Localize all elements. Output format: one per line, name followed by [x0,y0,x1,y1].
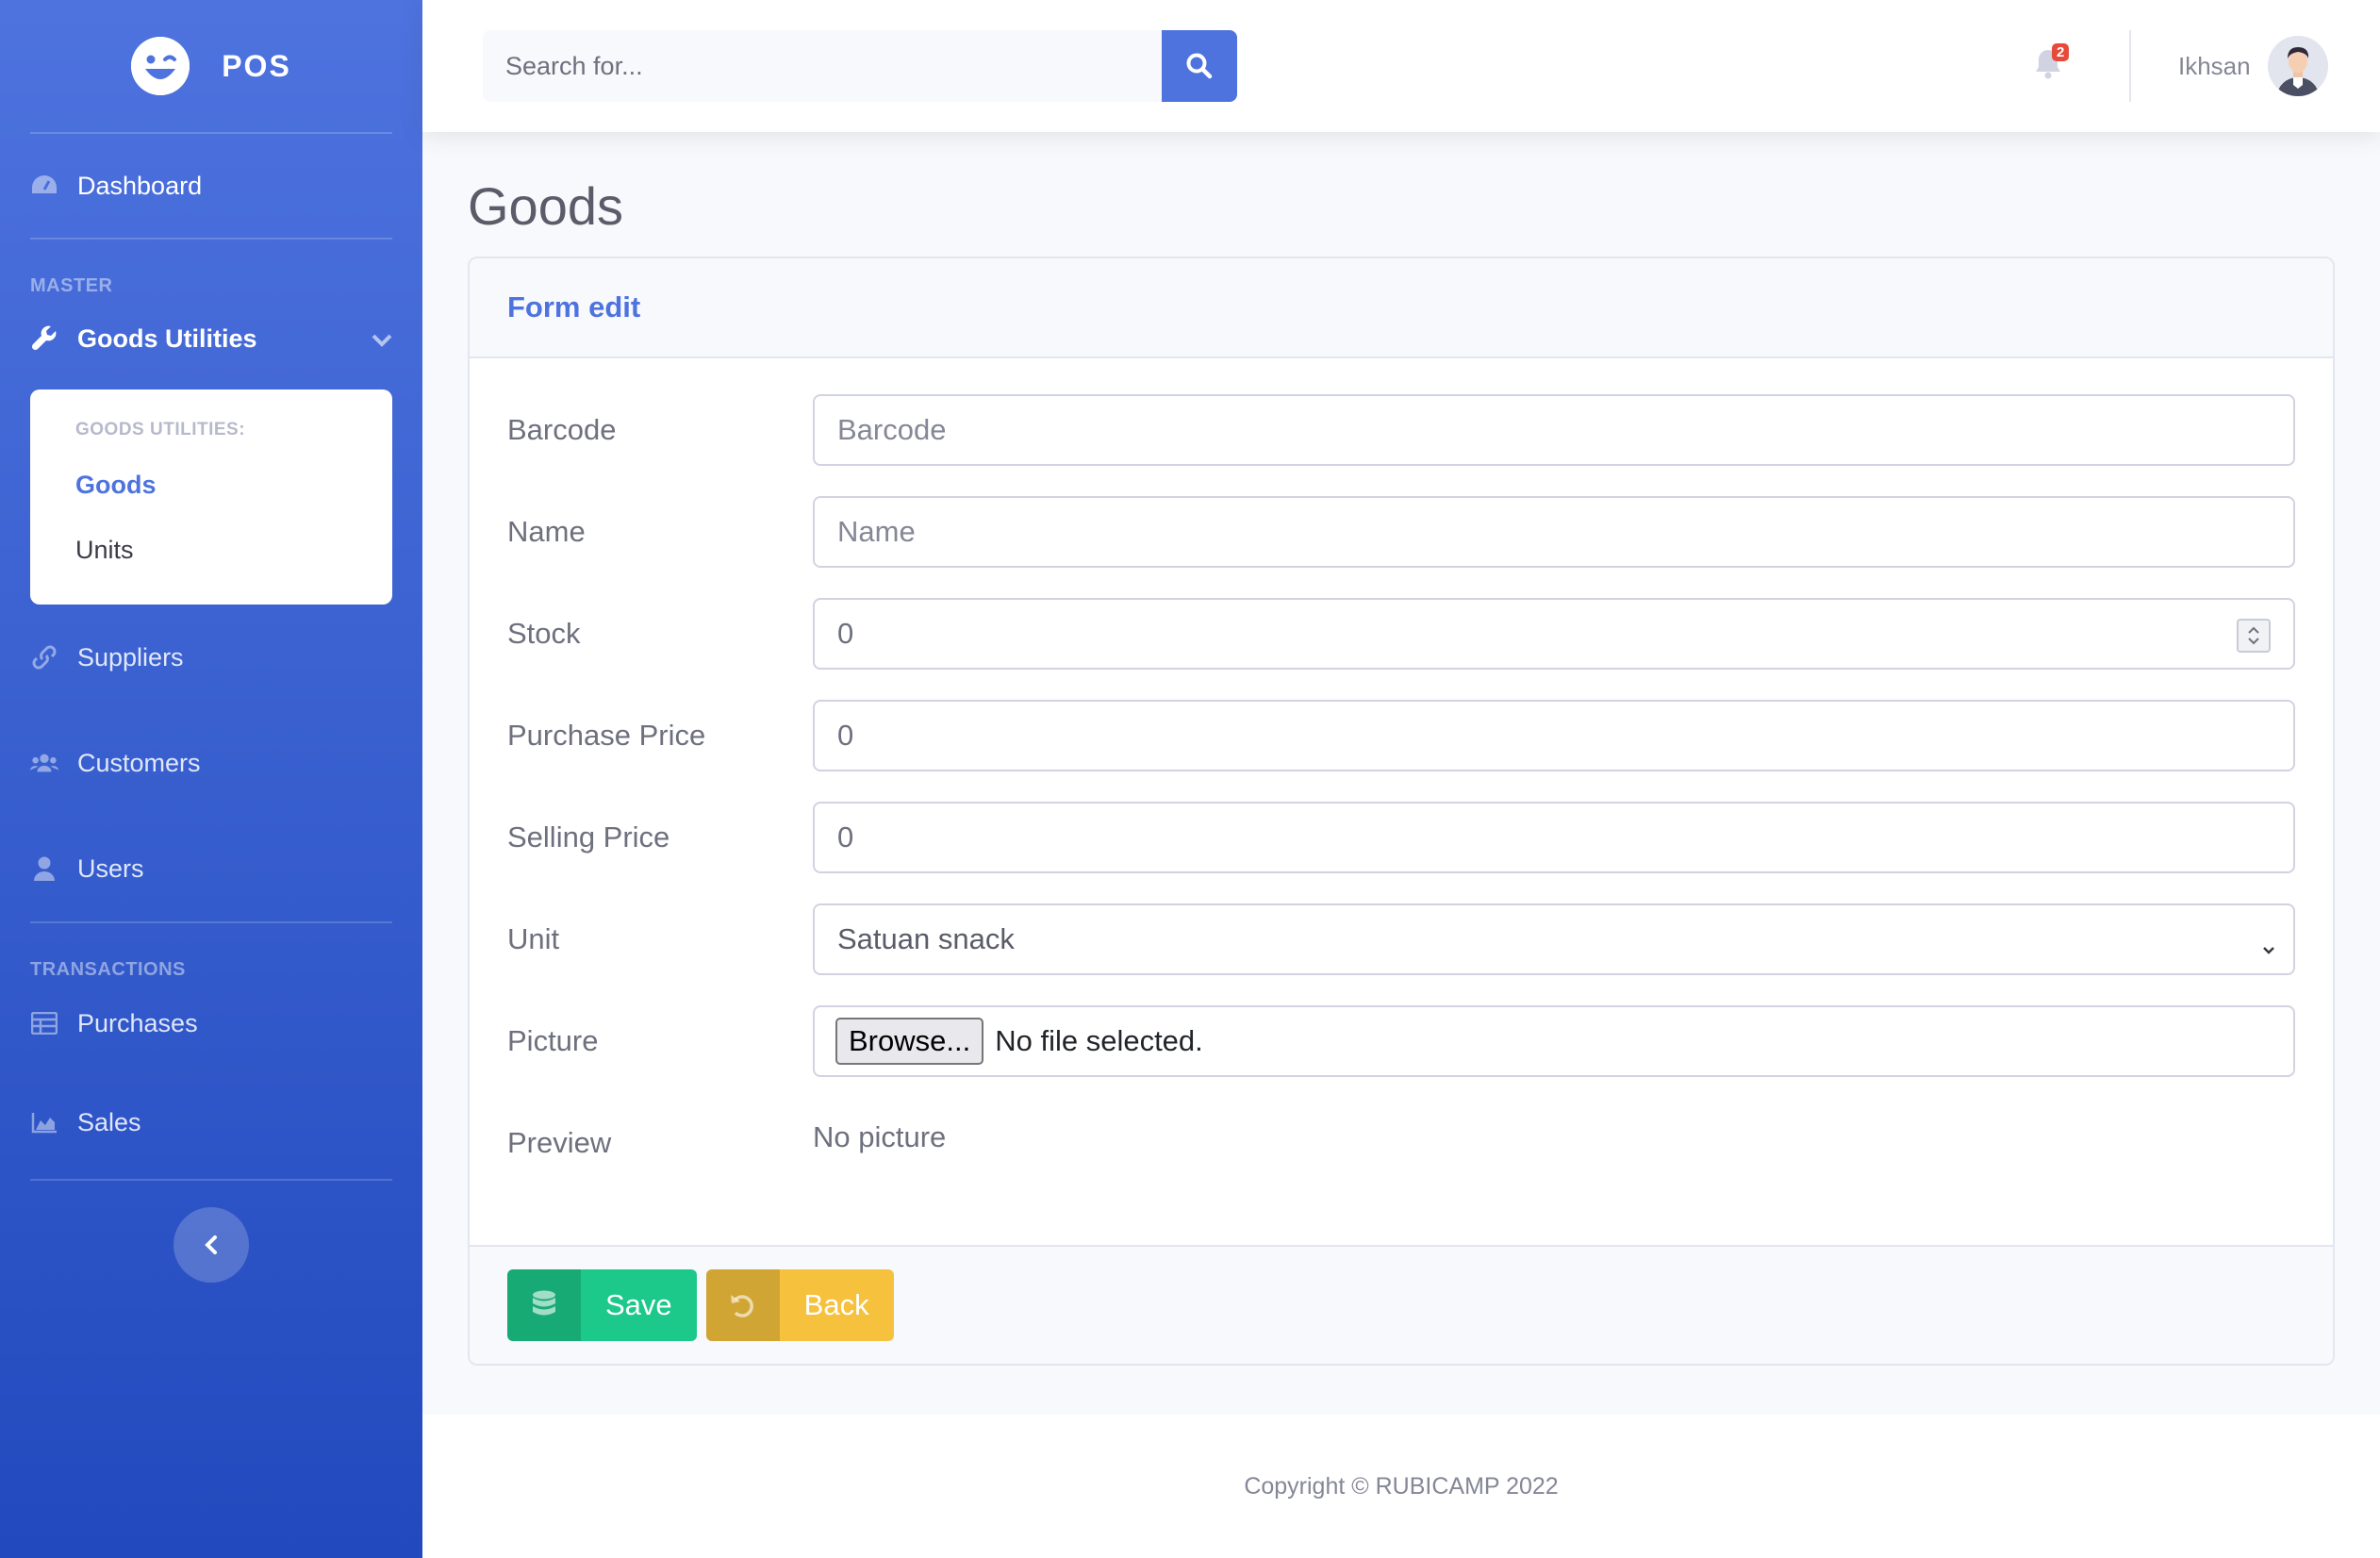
card-footer: Save Back [470,1245,2333,1364]
laugh-wink-icon [131,37,190,95]
search-icon [1186,53,1213,79]
card-header: Form edit [470,258,2333,358]
notification-badge: 2 [2052,43,2070,61]
sidebar-item-label: Suppliers [77,642,184,671]
table-icon [30,1009,58,1037]
topbar: 2 Ikhsan [422,0,2380,132]
preview-label: Preview [507,1126,612,1159]
stock-input[interactable]: 0 [813,598,2295,670]
form-row-name: Name Name [507,496,2295,568]
form-row-purchase-price: Purchase Price 0 [507,700,2295,771]
chevron-down-icon [2261,932,2276,966]
sidebar: POS Dashboard MASTER Goods Utilities GOO… [0,0,422,1558]
search-button[interactable] [1162,30,1237,102]
tachometer-icon [30,172,58,200]
topbar-divider [2129,30,2131,102]
sidebar-item-goods-utilities[interactable]: Goods Utilities [0,297,422,380]
search-bar [483,30,1237,102]
form-row-unit: Unit Satuan snack [507,903,2295,975]
name-input[interactable]: Name [813,496,2295,568]
back-button[interactable]: Back [705,1269,894,1341]
name-label: Name [507,515,586,548]
form-row-stock: Stock 0 [507,598,2295,670]
unit-label: Unit [507,922,560,955]
chart-area-icon [30,1108,58,1136]
form-card: Form edit Barcode Barcode Name Name Stoc… [468,257,2335,1366]
number-spinner[interactable] [2237,619,2271,653]
sidebar-item-label: Dashboard [77,171,203,200]
sidebar-item-label: Purchases [77,1008,198,1037]
stock-value: 0 [837,617,854,650]
wrench-icon [30,324,58,353]
undo-icon [705,1269,780,1341]
form-row-selling-price: Selling Price 0 [507,802,2295,873]
sidebar-item-users[interactable]: Users [0,816,422,921]
notifications-button[interactable]: 2 [2033,43,2071,85]
goods-utilities-submenu: GOODS UTILITIES: Goods Units [30,390,392,605]
sidebar-item-customers[interactable]: Customers [0,710,422,816]
save-label: Save [605,1288,672,1321]
users-icon [30,749,58,777]
unit-selected-value: Satuan snack [837,922,1015,955]
sidebar-item-suppliers[interactable]: Suppliers [0,605,422,710]
sidebar-divider [30,1179,392,1181]
save-button[interactable]: Save [507,1269,697,1341]
preview-value: No picture [813,1120,947,1153]
picture-file-input[interactable]: Browse... No file selected. [813,1005,2295,1077]
back-label: Back [803,1288,869,1321]
file-status: No file selected. [995,1024,1203,1057]
submenu-item-units[interactable]: Units [30,521,392,586]
form-row-preview: Preview No picture [507,1107,2295,1179]
section-heading-master: MASTER [30,275,113,296]
link-icon [30,643,58,671]
unit-select[interactable]: Satuan snack [813,903,2295,975]
database-icon [507,1269,581,1341]
selling-price-label: Selling Price [507,820,670,854]
user-menu[interactable]: Ikhsan [2178,36,2328,96]
card-body: Barcode Barcode Name Name Stock 0 Purcha… [470,358,2333,1254]
sidebar-divider [30,238,392,240]
purchase-price-label: Purchase Price [507,719,706,752]
sidebar-item-label: Sales [77,1107,141,1136]
page-footer: Copyright © RUBICAMP 2022 [422,1415,2380,1558]
brand-name: POS [222,48,291,83]
sidebar-item-sales[interactable]: Sales [0,1066,422,1179]
form-row-picture: Picture Browse... No file selected. [507,1005,2295,1077]
sidebar-item-purchases[interactable]: Purchases [0,981,422,1066]
picture-label: Picture [507,1024,599,1057]
card-title: Form edit [507,290,641,323]
browse-button[interactable]: Browse... [835,1018,984,1065]
sidebar-item-label: Customers [77,748,201,777]
sidebar-item-dashboard[interactable]: Dashboard [0,134,422,238]
purchase-price-input[interactable]: 0 [813,700,2295,771]
avatar [2267,36,2328,96]
barcode-input[interactable]: Barcode [813,394,2295,466]
search-input[interactable] [483,30,1162,102]
form-row-barcode: Barcode Barcode [507,394,2295,466]
page-title: Goods [468,176,623,236]
copyright-text: Copyright © RUBICAMP 2022 [1244,1472,1559,1500]
chevron-down-icon [372,324,392,354]
brand[interactable]: POS [0,0,422,132]
barcode-label: Barcode [507,413,617,446]
submenu-heading: GOODS UTILITIES: [75,420,246,439]
selling-price-input[interactable]: 0 [813,802,2295,873]
sidebar-toggle-button[interactable] [174,1207,249,1283]
sidebar-divider [30,921,392,923]
sidebar-item-label: Goods Utilities [77,323,257,353]
user-name: Ikhsan [2178,51,2251,80]
stock-label: Stock [507,617,581,650]
user-icon [30,854,58,883]
section-heading-transactions: TRANSACTIONS [30,959,186,980]
chevron-left-icon [205,1235,217,1254]
submenu-item-goods[interactable]: Goods [30,456,392,521]
sidebar-item-label: Users [77,854,144,883]
spinner-arrows-icon [2248,626,2259,645]
